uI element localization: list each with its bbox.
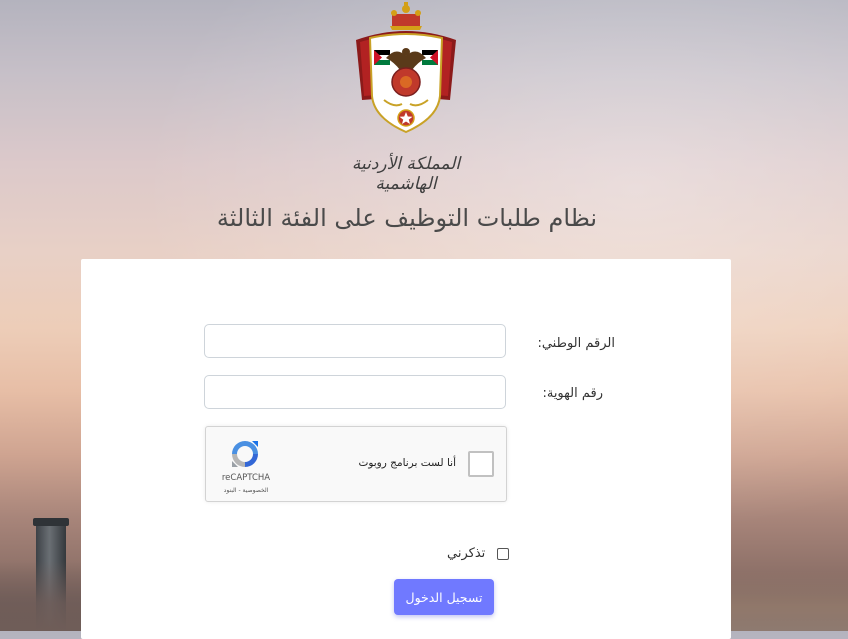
kingdom-name: المملكة الأردنية الهاشمية [351, 154, 461, 194]
page-title: نظام طلبات التوظيف على الفئة الثالثة [216, 204, 598, 232]
recaptcha-logo-icon [232, 441, 258, 467]
national-id-label: الرقم الوطني: [537, 336, 615, 351]
recaptcha-brand: reCAPTCHA [221, 473, 271, 483]
crown-icon [390, 2, 422, 30]
login-button[interactable]: تسجيل الدخول [394, 579, 494, 615]
background-city-left [0, 561, 81, 631]
background-city-right [731, 571, 848, 631]
recaptcha-privacy-links[interactable]: الخصوصية - البنود [214, 487, 278, 494]
recaptcha-checkbox[interactable] [468, 451, 494, 477]
coat-of-arms-logo [356, 2, 456, 134]
login-card: الرقم الوطني: رقم الهوية: أنا لست برنامج… [81, 259, 731, 639]
remember-me-label: تذكرني [447, 546, 486, 561]
star-medal-icon [397, 109, 415, 127]
remember-me[interactable]: تذكرني [441, 546, 511, 564]
id-number-label: رقم الهوية: [542, 386, 603, 401]
recaptcha-widget: أنا لست برنامج روبوت reCAPTCHA الخصوصية … [205, 426, 507, 502]
recaptcha-label: أنا لست برنامج روبوت [358, 457, 456, 469]
remember-me-checkbox[interactable] [497, 548, 509, 560]
national-id-input[interactable] [204, 324, 506, 358]
id-number-input[interactable] [204, 375, 506, 409]
